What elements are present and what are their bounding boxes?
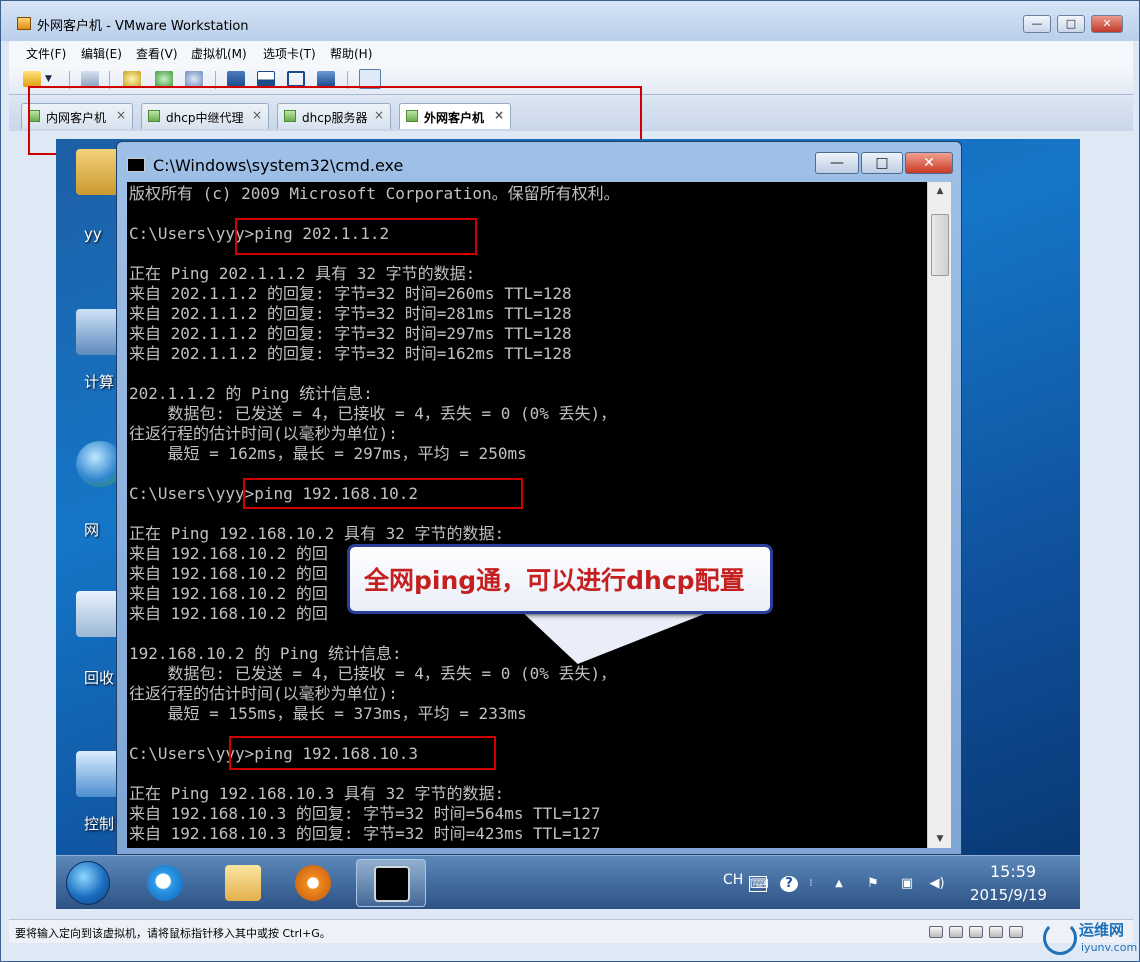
show-hidden-icons-icon[interactable]: ▲ [830, 876, 848, 892]
revert-snapshot-icon[interactable] [155, 71, 173, 87]
console-line: 正在 Ping 202.1.1.2 具有 32 字节的数据: [129, 264, 476, 283]
cmd-highlight-box-1 [235, 218, 477, 255]
menu-edit[interactable]: 编辑(E) [81, 45, 122, 62]
console-line: 正在 Ping 192.168.10.3 具有 32 字节的数据: [129, 784, 505, 803]
menu-help[interactable]: 帮助(H) [330, 45, 372, 62]
taskbar-media-player[interactable] [278, 859, 348, 907]
options-icon[interactable]: ⁝ [802, 876, 820, 892]
power-icon[interactable] [23, 71, 41, 87]
console-line: 最短 = 155ms，最长 = 373ms，平均 = 233ms [129, 704, 527, 723]
desktop-label-user: yy [84, 225, 102, 243]
volume-icon[interactable]: ◀) [928, 876, 946, 892]
cmd-highlight-box-2 [243, 478, 523, 509]
cmd-titlebar[interactable]: C:\Windows\system32\cmd.exe — □ ✕ [117, 142, 961, 182]
internet-explorer-icon [147, 865, 183, 901]
help-icon[interactable]: ? [780, 876, 798, 892]
cmd-highlight-box-3 [229, 736, 496, 770]
watermark-sub: iyunv.com [1081, 941, 1138, 954]
cmd-taskbar-icon [374, 866, 410, 902]
sound-icon[interactable] [1009, 926, 1023, 938]
console-line: 来自 192.168.10.3 的回复: 字节=32 时间=564ms TTL=… [129, 804, 601, 823]
thumbnail-bar-icon[interactable] [257, 71, 275, 87]
watermark-text: 运维网 [1079, 921, 1125, 939]
maximize-button[interactable]: □ [1057, 15, 1085, 33]
taskbar-ie[interactable] [130, 859, 200, 907]
desktop-label-control: 控制 [84, 815, 115, 833]
clock-time[interactable]: 15:59 [990, 862, 1036, 881]
snapshot-icon[interactable] [123, 71, 141, 87]
callout-text: 全网ping通，可以进行dhcp配置 [364, 566, 745, 595]
console-line: 正在 Ping 192.168.10.2 具有 32 字节的数据: [129, 524, 505, 543]
cmd-icon [127, 158, 145, 172]
taskbar-cmd[interactable] [356, 859, 426, 907]
desktop-label-recycle: 回收 [84, 669, 115, 687]
console-line: 来自 192.168.10.2 的回 [129, 564, 328, 583]
scroll-up-icon[interactable]: ▲ [928, 182, 952, 200]
menu-bar: 文件(F) 编辑(E) 查看(V) 虚拟机(M) 选项卡(T) 帮助(H) [9, 41, 1133, 65]
vmware-app-icon [17, 17, 31, 30]
taskbar-explorer[interactable] [208, 859, 278, 907]
menu-file[interactable]: 文件(F) [26, 45, 66, 62]
cmd-title: C:\Windows\system32\cmd.exe [153, 156, 404, 175]
status-text: 要将输入定向到该虚拟机，请将鼠标指针移入其中或按 Ctrl+G。 [15, 927, 331, 940]
cmd-maximize-button[interactable]: □ [861, 152, 903, 174]
cmd-close-button[interactable]: ✕ [905, 152, 953, 174]
network-icon[interactable] [81, 71, 99, 87]
language-indicator[interactable]: CH [723, 872, 743, 888]
cd-rom-icon[interactable] [949, 926, 963, 938]
scroll-thumb[interactable] [931, 214, 949, 276]
watermark-logo-icon [1043, 921, 1077, 955]
action-center-flag-icon[interactable]: ⚑ [864, 876, 882, 892]
keyboard-icon[interactable]: ⌨ [749, 876, 769, 892]
network-adapter-icon[interactable] [969, 926, 983, 938]
console-line: 数据包: 已发送 = 4，已接收 = 4，丢失 = 0 (0% 丢失)， [129, 664, 617, 683]
status-bar: 要将输入定向到该虚拟机，请将鼠标指针移入其中或按 Ctrl+G。 [9, 919, 1133, 943]
taskbar: CH ⌨ ? ⁝ ▲ ⚑ ▣ ◀) 15:59 2015/9/19 [56, 855, 1080, 909]
file-explorer-icon [225, 865, 261, 901]
show-sidebar-icon[interactable] [227, 71, 245, 87]
snapshot-manager-icon[interactable] [185, 71, 203, 87]
close-button[interactable]: ✕ [1091, 15, 1123, 33]
console-line: 192.168.10.2 的 Ping 统计信息: [129, 644, 402, 663]
console-line: 来自 192.168.10.3 的回复: 字节=32 时间=423ms TTL=… [129, 824, 601, 843]
cmd-minimize-button[interactable]: — [815, 152, 859, 174]
menu-view[interactable]: 查看(V) [136, 45, 178, 62]
cmd-scrollbar[interactable]: ▲ ▼ [927, 182, 951, 848]
guest-display[interactable]: yy 计算 网 回收 控制 C:\Windows\system32\cmd.ex… [56, 139, 1080, 909]
console-line: 往返行程的估计时间(以毫秒为单位): [129, 684, 398, 703]
console-line: 往返行程的估计时间(以毫秒为单位): [129, 424, 398, 443]
scroll-down-icon[interactable]: ▼ [928, 830, 952, 848]
hard-disk-icon[interactable] [929, 926, 943, 938]
console-line: 来自 202.1.1.2 的回复: 字节=32 时间=162ms TTL=128 [129, 344, 572, 363]
console-line: 来自 192.168.10.2 的回 [129, 584, 328, 603]
console-line: 来自 202.1.1.2 的回复: 字节=32 时间=260ms TTL=128 [129, 284, 572, 303]
console-line: 202.1.1.2 的 Ping 统计信息: [129, 384, 373, 403]
console-line: 数据包: 已发送 = 4，已接收 = 4，丢失 = 0 (0% 丢失)， [129, 404, 617, 423]
annotation-callout: 全网ping通，可以进行dhcp配置 [347, 544, 773, 614]
power-dropdown-icon[interactable]: ▼ [45, 71, 55, 87]
vmware-window: 外网客户机 - VMware Workstation — □ ✕ 文件(F) 编… [0, 0, 1140, 962]
start-button[interactable] [66, 861, 110, 905]
desktop-label-network: 网 [84, 521, 100, 539]
console-line: 来自 192.168.10.2 的回 [129, 544, 328, 563]
printer-icon[interactable] [989, 926, 1003, 938]
console-line: 版权所有 (c) 2009 Microsoft Corporation。保留所有… [129, 184, 620, 203]
window-title: 外网客户机 - VMware Workstation [37, 19, 249, 34]
site-watermark: 运维网 iyunv.com [1041, 917, 1137, 961]
console-line: 来自 202.1.1.2 的回复: 字节=32 时间=297ms TTL=128 [129, 324, 572, 343]
console-line: 来自 202.1.1.2 的回复: 字节=32 时间=281ms TTL=128 [129, 304, 572, 323]
desktop-label-computer: 计算 [84, 373, 115, 391]
unity-icon[interactable] [317, 71, 335, 87]
console-line: 来自 192.168.10.2 的回 [129, 604, 328, 623]
network-tray-icon[interactable]: ▣ [898, 876, 916, 892]
menu-tabs[interactable]: 选项卡(T) [263, 45, 316, 62]
menu-vm[interactable]: 虚拟机(M) [191, 45, 247, 62]
console-line: 最短 = 162ms，最长 = 297ms，平均 = 250ms [129, 444, 527, 463]
minimize-button[interactable]: — [1023, 15, 1051, 33]
vmware-titlebar: 外网客户机 - VMware Workstation — □ ✕ [1, 1, 1139, 41]
media-player-icon [295, 865, 331, 901]
callout-tail [524, 614, 728, 664]
fullscreen-icon[interactable] [287, 71, 305, 87]
clock-date[interactable]: 2015/9/19 [970, 886, 1047, 904]
